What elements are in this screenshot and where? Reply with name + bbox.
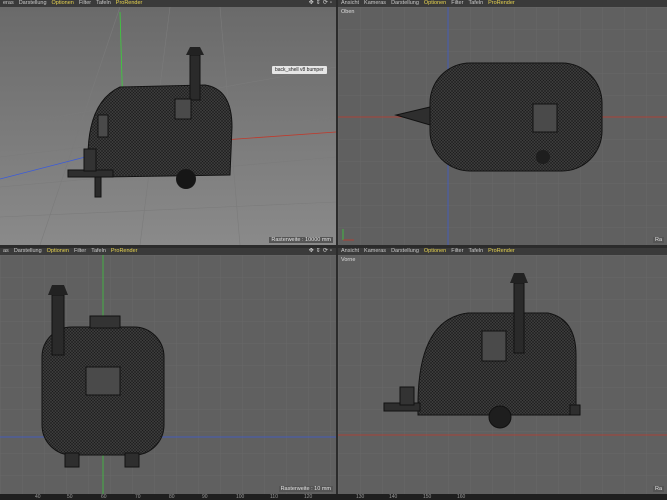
maximize-icon[interactable]: ▫ bbox=[330, 248, 332, 255]
menu-optionen[interactable]: Optionen bbox=[424, 248, 446, 255]
menu-optionen[interactable]: Optionen bbox=[47, 248, 69, 255]
menu-darstellung[interactable]: Darstellung bbox=[391, 248, 419, 255]
viewport-menu-bar: Ansicht Kameras Darstellung Optionen Fil… bbox=[338, 248, 667, 255]
perspective-scene bbox=[0, 7, 336, 245]
menu-filter[interactable]: Filter bbox=[79, 0, 91, 7]
menu-kameras[interactable]: Kameras bbox=[364, 248, 386, 255]
viewport-label: Vorne bbox=[341, 257, 356, 263]
viewport-nav-icons: ✥ ⇕ ⟳ ▫ bbox=[309, 248, 332, 255]
maximize-icon[interactable]: ▫ bbox=[330, 0, 332, 7]
ruler-tick: 140 bbox=[389, 494, 398, 500]
menu-filter[interactable]: Filter bbox=[451, 0, 463, 7]
ruler-tick: 110 bbox=[270, 494, 278, 500]
menu-prorender[interactable]: ProRender bbox=[111, 248, 138, 255]
ruler-tick: 160 bbox=[457, 494, 466, 500]
menu-kameras[interactable]: eras bbox=[3, 0, 14, 7]
viewport-front[interactable]: Ansicht Kameras Darstellung Optionen Fil… bbox=[338, 248, 667, 494]
ruler-tick: 70 bbox=[135, 494, 141, 500]
timeline-ruler[interactable]: 40 50 60 70 80 90 100 110 120 130 140 15… bbox=[0, 494, 667, 500]
menu-ansicht[interactable]: Ansicht bbox=[341, 248, 359, 255]
viewport-side[interactable]: as Darstellung Optionen Filter Tafeln Pr… bbox=[0, 248, 336, 494]
ruler-tick: 90 bbox=[202, 494, 208, 500]
viewport-menu-bar: as Darstellung Optionen Filter Tafeln Pr… bbox=[0, 248, 336, 255]
grid-size-label: Rasterweite : 10000 mm bbox=[269, 237, 333, 243]
rotate-icon[interactable]: ⟳ bbox=[323, 0, 328, 7]
viewport-top[interactable]: Ansicht Kameras Darstellung Optionen Fil… bbox=[338, 0, 667, 245]
menu-tafeln[interactable]: Tafeln bbox=[91, 248, 106, 255]
move-icon[interactable]: ✥ bbox=[309, 248, 314, 255]
zoom-icon[interactable]: ⇕ bbox=[316, 0, 321, 7]
menu-ansicht[interactable]: Ansicht bbox=[341, 0, 359, 7]
ruler-tick: 130 bbox=[356, 494, 365, 500]
menu-darstellung[interactable]: Darstellung bbox=[391, 0, 419, 7]
menu-prorender[interactable]: ProRender bbox=[488, 248, 515, 255]
viewport-menu-bar: eras Darstellung Optionen Filter Tafeln … bbox=[0, 0, 336, 7]
menu-tafeln[interactable]: Tafeln bbox=[96, 0, 111, 7]
move-icon[interactable]: ✥ bbox=[309, 0, 314, 7]
menu-darstellung[interactable]: Darstellung bbox=[14, 248, 42, 255]
front-scene bbox=[338, 255, 667, 494]
ruler-tick: 40 bbox=[35, 494, 41, 500]
rotate-icon[interactable]: ⟳ bbox=[323, 248, 328, 255]
object-tag[interactable]: back_shell v8 bumper bbox=[272, 66, 327, 74]
viewport-perspective[interactable]: eras Darstellung Optionen Filter Tafeln … bbox=[0, 0, 336, 245]
ruler-tick: 80 bbox=[169, 494, 175, 500]
menu-prorender[interactable]: ProRender bbox=[488, 0, 515, 7]
menu-darstellung[interactable]: Darstellung bbox=[19, 0, 47, 7]
menu-filter[interactable]: Filter bbox=[451, 248, 463, 255]
menu-tafeln[interactable]: Tafeln bbox=[468, 0, 483, 7]
menu-optionen[interactable]: Optionen bbox=[424, 0, 446, 7]
grid-size-label: Ra bbox=[652, 237, 664, 243]
menu-prorender[interactable]: ProRender bbox=[116, 0, 143, 7]
ruler-tick: 150 bbox=[423, 494, 432, 500]
menu-optionen[interactable]: Optionen bbox=[52, 0, 74, 7]
viewport-divider-horizontal[interactable] bbox=[0, 245, 667, 248]
menu-kameras[interactable]: as bbox=[3, 248, 9, 255]
zoom-icon[interactable]: ⇕ bbox=[316, 248, 321, 255]
side-scene bbox=[0, 255, 336, 494]
viewport-menu-bar: Ansicht Kameras Darstellung Optionen Fil… bbox=[338, 0, 667, 7]
ruler-tick: 50 bbox=[67, 494, 73, 500]
grid-size-label: Rasterweite : 10 mm bbox=[278, 486, 333, 492]
ruler-tick: 120 bbox=[304, 494, 313, 500]
viewport-label: Oben bbox=[341, 9, 355, 15]
menu-kameras[interactable]: Kameras bbox=[364, 0, 386, 7]
menu-filter[interactable]: Filter bbox=[74, 248, 86, 255]
viewport-nav-icons: ✥ ⇕ ⟳ ▫ bbox=[309, 0, 332, 7]
top-scene bbox=[338, 7, 667, 245]
grid-size-label: Ra bbox=[652, 486, 664, 492]
menu-tafeln[interactable]: Tafeln bbox=[468, 248, 483, 255]
ruler-tick: 100 bbox=[236, 494, 245, 500]
ruler-tick: 60 bbox=[101, 494, 107, 500]
